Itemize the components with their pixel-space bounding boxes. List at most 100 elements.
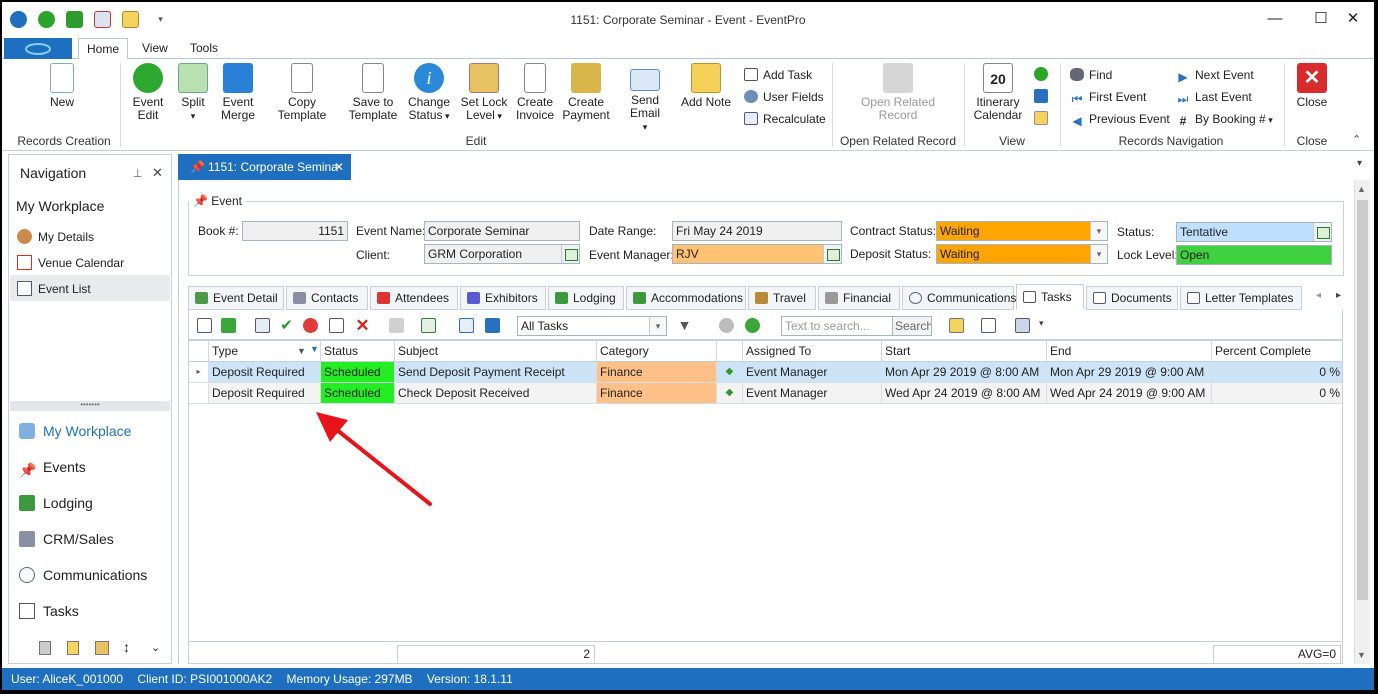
tab-travel[interactable]: Travel: [748, 286, 816, 310]
last-event-button[interactable]: ⏭ Last Event: [1176, 90, 1252, 106]
move-up-icon[interactable]: [719, 318, 734, 333]
previous-event-button[interactable]: ◀ Previous Event: [1070, 112, 1169, 128]
maximize-button[interactable]: ☐: [1308, 9, 1334, 29]
recalculate-button[interactable]: Recalculate: [744, 112, 826, 126]
copy-template-button[interactable]: Copy Template: [264, 63, 340, 122]
scroll-up-icon[interactable]: ▲: [1357, 184, 1366, 194]
book-number-field[interactable]: 1151: [242, 221, 348, 241]
by-booking-button[interactable]: # By Booking # ▾: [1176, 112, 1273, 128]
tab-financial[interactable]: Financial: [818, 286, 900, 310]
cell-color-marker-icon[interactable]: ◆: [717, 383, 743, 404]
cell-category[interactable]: Finance: [597, 383, 717, 404]
nav-section-tasks[interactable]: Tasks: [19, 603, 79, 619]
close-event-button[interactable]: ✕ Close: [1292, 63, 1332, 109]
nav-item-event-list[interactable]: Event List: [17, 281, 91, 296]
tab-tools[interactable]: Tools: [182, 38, 226, 60]
export-icon[interactable]: [459, 318, 474, 333]
first-event-button[interactable]: ⏮ First Event: [1070, 90, 1147, 106]
new-button[interactable]: New: [42, 63, 82, 109]
tabs-scroll-right-icon[interactable]: ▸: [1336, 290, 1341, 301]
view-options-icon[interactable]: [421, 318, 436, 333]
save-layout-icon[interactable]: [1015, 318, 1030, 333]
nav-section-crm-sales[interactable]: CRM/Sales: [19, 531, 114, 547]
tab-lodging[interactable]: Lodging: [548, 286, 624, 310]
app-menu-button[interactable]: [4, 38, 72, 59]
tab-documents[interactable]: Documents: [1086, 286, 1178, 310]
delete-icon[interactable]: ✕: [355, 317, 370, 334]
column-filter-icon[interactable]: ▼: [310, 339, 319, 359]
tab-view[interactable]: View: [134, 38, 176, 60]
task-filter-select[interactable]: All Tasks ▾: [517, 316, 667, 336]
nav-item-my-details[interactable]: My Details: [17, 229, 94, 244]
tabs-scroll-left-icon[interactable]: ◂: [1316, 290, 1321, 301]
tab-list-dropdown-icon[interactable]: ▾: [1357, 158, 1362, 169]
cell-subject[interactable]: Check Deposit Received: [395, 383, 597, 404]
print-icon[interactable]: [389, 318, 404, 333]
nav-more-icon[interactable]: ⌄: [151, 641, 160, 654]
minimize-button[interactable]: —: [1262, 9, 1288, 29]
nav-item-venue-calendar[interactable]: Venue Calendar: [17, 255, 124, 270]
nav-section-events[interactable]: 📌 Events: [19, 459, 86, 478]
nav-section-communications[interactable]: Communications: [19, 567, 147, 583]
client-field[interactable]: GRM Corporation: [424, 244, 580, 264]
cell-type[interactable]: Deposit Required: [209, 362, 321, 383]
info-panel-icon[interactable]: [485, 318, 500, 333]
complete-check-icon[interactable]: ✔: [279, 318, 294, 333]
filter-funnel-icon[interactable]: ▼: [677, 318, 692, 333]
scroll-thumb[interactable]: [1357, 200, 1368, 600]
view-list-icon[interactable]: [1034, 89, 1048, 103]
vertical-scrollbar[interactable]: ▲ ▼: [1354, 180, 1370, 664]
column-header-subject[interactable]: Subject: [395, 341, 597, 362]
event-name-field[interactable]: Corporate Seminar: [424, 221, 580, 241]
tab-exhibitors[interactable]: Exhibitors: [460, 286, 546, 310]
cell-start[interactable]: Mon Apr 29 2019 @ 8:00 AM: [882, 362, 1047, 383]
tab-event-detail[interactable]: Event Detail: [188, 286, 284, 310]
move-down-icon[interactable]: [745, 318, 760, 333]
column-header-category[interactable]: Category: [597, 341, 717, 362]
document-tab[interactable]: 📌 1151: Corporate Semina ✕: [178, 154, 351, 180]
status-lookup-icon[interactable]: [1313, 223, 1331, 241]
tab-letter-templates[interactable]: Letter Templates: [1180, 286, 1302, 310]
find-icon[interactable]: [981, 318, 996, 333]
lock-level-field[interactable]: Open: [1176, 245, 1332, 265]
create-payment-button[interactable]: Create Payment: [562, 63, 610, 122]
tab-communications[interactable]: Communications: [902, 286, 1016, 310]
nav-report-icon[interactable]: [95, 641, 109, 655]
cancel-task-icon[interactable]: [303, 318, 318, 333]
user-fields-button[interactable]: User Fields: [744, 90, 824, 104]
cell-subject[interactable]: Send Deposit Payment Receipt: [395, 362, 597, 383]
find-button[interactable]: Find: [1070, 68, 1112, 82]
notes-icon[interactable]: [949, 318, 964, 333]
edit-task-icon[interactable]: [255, 318, 270, 333]
split-button[interactable]: Split ▾: [174, 63, 212, 123]
deposit-status-select[interactable]: Waiting ▾: [936, 244, 1108, 264]
change-status-button[interactable]: i Change Status ▾: [406, 63, 452, 123]
event-merge-button[interactable]: Event Merge: [218, 63, 258, 122]
cell-status[interactable]: Scheduled: [321, 362, 395, 383]
cell-start[interactable]: Wed Apr 24 2019 @ 8:00 AM: [882, 383, 1047, 404]
new-task-icon[interactable]: [197, 318, 212, 333]
column-header-start[interactable]: Start: [882, 341, 1047, 362]
nav-section-lodging[interactable]: Lodging: [19, 495, 93, 511]
create-invoice-button[interactable]: Create Invoice: [514, 63, 556, 122]
date-range-field[interactable]: Fri May 24 2019: [672, 221, 842, 241]
close-tab-icon[interactable]: ✕: [334, 154, 344, 180]
layout-dropdown-icon[interactable]: ▾: [1039, 318, 1044, 329]
refresh-view-icon[interactable]: [1034, 67, 1048, 81]
cell-assigned[interactable]: Event Manager: [743, 383, 882, 404]
cell-end[interactable]: Wed Apr 24 2019 @ 9:00 AM: [1047, 383, 1212, 404]
set-lock-level-button[interactable]: Set Lock Level ▾: [460, 63, 508, 123]
tab-accommodations[interactable]: Accommodations: [626, 286, 746, 310]
close-nav-icon[interactable]: ✕: [152, 165, 163, 181]
close-window-button[interactable]: ✕: [1340, 9, 1366, 29]
add-tasks-icon[interactable]: [221, 318, 236, 333]
column-header-type[interactable]: Type ▼ ▼: [209, 341, 321, 362]
event-edit-button[interactable]: Event Edit: [128, 63, 168, 122]
add-note-button[interactable]: Add Note: [680, 63, 732, 109]
send-email-button[interactable]: Send Email ▾: [616, 63, 674, 134]
pin-icon[interactable]: ⊥: [133, 167, 143, 180]
search-button[interactable]: Search: [892, 316, 932, 336]
cell-category[interactable]: Finance: [597, 362, 717, 383]
copy-task-icon[interactable]: [329, 318, 344, 333]
column-header-color[interactable]: [717, 341, 743, 362]
